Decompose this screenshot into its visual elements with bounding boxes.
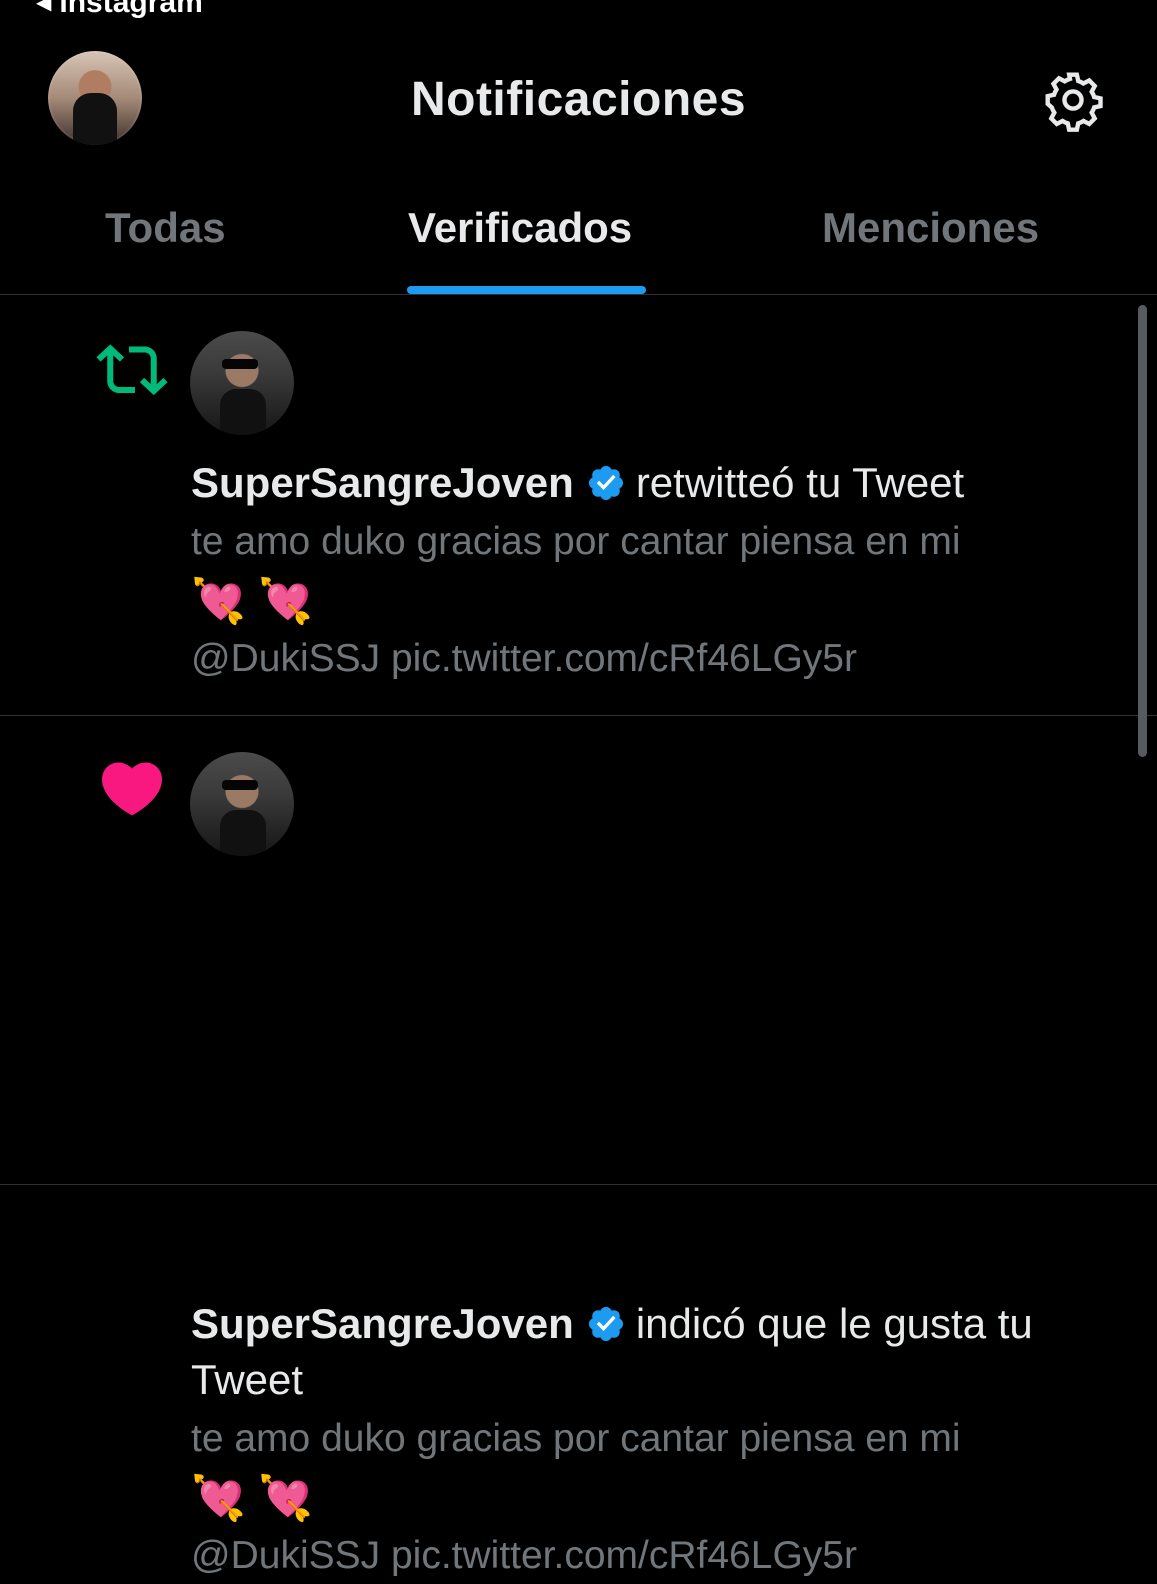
tab-bar: Todas Verificados Menciones: [0, 180, 1157, 295]
notification-body: SuperSangreJoven retwitteó tu Tweet te am…: [191, 455, 1091, 687]
tweet-text: te amo duko gracias por cantar piensa en…: [191, 520, 961, 563]
notification-action: retwitteó tu Tweet: [635, 459, 965, 506]
gear-icon[interactable]: [1040, 67, 1106, 133]
verified-badge-icon: [588, 465, 623, 501]
notification-item[interactable]: SuperSangreJoven retwitteó tu Tweet te am…: [0, 295, 1157, 716]
notification-headline: SuperSangreJoven indicó que le gusta tu T…: [191, 1296, 1091, 1408]
page-title: Notificaciones: [410, 73, 747, 126]
scrollbar[interactable]: [1138, 305, 1147, 757]
tweet-emojis: 💘 💘: [191, 1474, 313, 1523]
tweet-links[interactable]: @DukiSSJ pic.twitter.com/cRf46LGy5r: [191, 1528, 1091, 1584]
heart-icon: [101, 762, 163, 816]
user-avatar[interactable]: [190, 331, 294, 435]
notification-headline: SuperSangreJoven retwitteó tu Tweet: [191, 455, 1091, 511]
user-avatar[interactable]: [190, 752, 294, 856]
header: Notificaciones: [0, 0, 1157, 180]
username[interactable]: SuperSangreJoven: [191, 459, 574, 506]
username[interactable]: SuperSangreJoven: [191, 1300, 574, 1347]
tweet-text: te amo duko gracias por cantar piensa en…: [191, 1417, 961, 1460]
tweet-links[interactable]: @DukiSSJ pic.twitter.com/cRf46LGy5r: [191, 631, 1091, 687]
notification-item[interactable]: SuperSangreJoven indicó que le gusta tu T…: [0, 716, 1157, 1577]
avatar-glasses: [222, 359, 258, 369]
retweet-icon: [96, 344, 168, 396]
tab-menciones[interactable]: Menciones: [822, 204, 1039, 252]
tweet-emojis: 💘 💘: [191, 577, 313, 626]
notification-body: SuperSangreJoven indicó que le gusta tu T…: [191, 1296, 1091, 1584]
tab-verificados[interactable]: Verificados: [408, 204, 632, 252]
active-tab-indicator: [407, 286, 646, 294]
verified-badge-icon: [588, 1306, 623, 1342]
avatar-glasses: [222, 780, 258, 790]
tab-todas[interactable]: Todas: [105, 204, 226, 252]
